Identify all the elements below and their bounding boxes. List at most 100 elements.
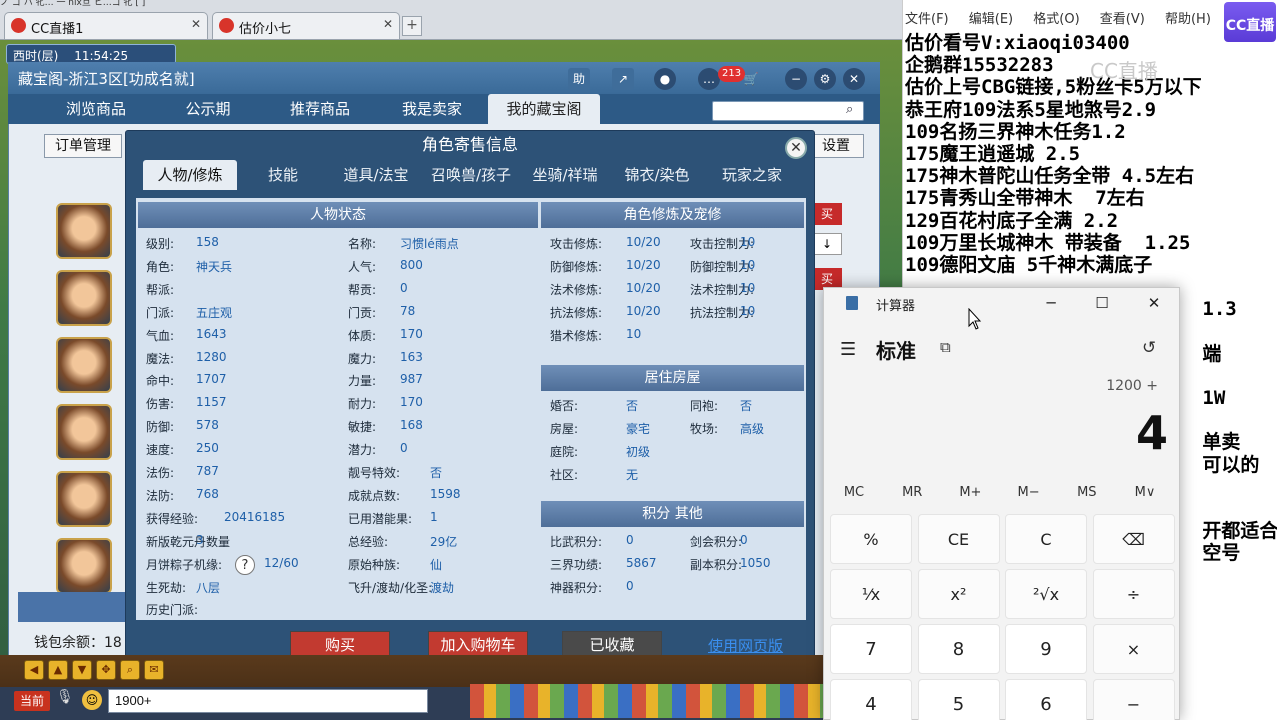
subtract-button[interactable]: − bbox=[1092, 679, 1175, 720]
buy-button[interactable]: 购买 bbox=[290, 631, 390, 657]
stat-label: 角色: bbox=[146, 259, 175, 274]
browser-tab-appraisal[interactable]: 估价小七 ✕ bbox=[212, 12, 400, 39]
stat-label: 成就点数: bbox=[348, 488, 401, 503]
browser-tab-cc[interactable]: CC直播1 ✕ bbox=[4, 12, 208, 39]
avatar[interactable] bbox=[56, 270, 112, 326]
emoji-icon[interactable]: ☺ bbox=[82, 690, 102, 710]
memory-1-button[interactable]: MR bbox=[892, 485, 932, 500]
memory-5-button[interactable]: M∨ bbox=[1125, 485, 1165, 500]
web-version-link[interactable]: 使用网页版 bbox=[708, 635, 783, 656]
menu-edit[interactable]: 编辑(E) bbox=[969, 12, 1013, 27]
percent-button[interactable]: % bbox=[830, 514, 912, 564]
search-icon[interactable]: ⌕ bbox=[120, 660, 140, 680]
notepad-line: 109德阳文庙 5千神木满底子 bbox=[905, 253, 1153, 276]
minimize-icon[interactable]: − bbox=[785, 68, 807, 90]
avatar[interactable] bbox=[56, 471, 112, 527]
stat-label: 生死劫: bbox=[146, 580, 187, 595]
avatar[interactable] bbox=[56, 404, 112, 460]
clear-entry-button[interactable]: CE bbox=[917, 514, 1000, 564]
avatar[interactable] bbox=[56, 203, 112, 259]
tab-character[interactable]: 人物/修炼 bbox=[143, 160, 237, 190]
tab-mounts[interactable]: 坐骑/祥瑞 bbox=[520, 160, 610, 190]
tab-items[interactable]: 道具/法宝 bbox=[330, 160, 422, 190]
field-label: 神器积分: bbox=[550, 580, 603, 595]
digit-7-button[interactable]: 7 bbox=[830, 624, 912, 674]
dialog-close-icon[interactable]: ✕ bbox=[785, 137, 807, 159]
left-arrow-icon[interactable]: ◀ bbox=[24, 660, 44, 680]
field-value: 0 bbox=[626, 533, 634, 547]
saved-button[interactable]: 已收藏 bbox=[562, 631, 662, 657]
menu-file[interactable]: 文件(F) bbox=[905, 12, 949, 27]
tab-costumes[interactable]: 锦衣/染色 bbox=[612, 160, 702, 190]
search-icon[interactable]: ⌕ bbox=[846, 102, 862, 118]
nav-my-cbg[interactable]: 我的藏宝阁 bbox=[488, 94, 600, 124]
digit-4-button[interactable]: 4 bbox=[830, 679, 912, 720]
nav-browse[interactable]: 浏览商品 bbox=[48, 94, 144, 124]
help-question-icon[interactable]: ? bbox=[235, 555, 255, 575]
menu-help[interactable]: 帮助(H) bbox=[1165, 12, 1211, 27]
digit-8-button[interactable]: 8 bbox=[917, 624, 1000, 674]
add-to-cart-button[interactable]: 加入购物车 bbox=[428, 631, 528, 657]
digit-6-button[interactable]: 6 bbox=[1005, 679, 1087, 720]
settings-button[interactable]: 设置 bbox=[808, 134, 864, 158]
memory-3-button[interactable]: M− bbox=[1009, 485, 1049, 500]
avatar[interactable] bbox=[56, 538, 112, 594]
digit-9-button[interactable]: 9 bbox=[1005, 624, 1087, 674]
close-icon[interactable]: ✕ bbox=[843, 68, 865, 90]
down-arrow-icon[interactable]: ↓ bbox=[812, 233, 842, 255]
move-icon[interactable]: ✥ bbox=[96, 660, 116, 680]
close-tab-icon[interactable]: ✕ bbox=[383, 17, 393, 31]
maximize-icon[interactable]: ☐ bbox=[1089, 292, 1115, 314]
nav-recommend[interactable]: 推荐商品 bbox=[272, 94, 368, 124]
field-label: 牧场: bbox=[690, 421, 719, 436]
share-icon[interactable]: ↗ bbox=[612, 68, 634, 90]
clear-button[interactable]: C bbox=[1005, 514, 1087, 564]
browser-tab-label: 估价小七 bbox=[239, 22, 292, 37]
chat-icon[interactable]: … bbox=[698, 68, 720, 90]
menu-view[interactable]: 查看(V) bbox=[1100, 12, 1145, 27]
cultivation-header: 角色修炼及宠修 bbox=[541, 202, 804, 228]
tab-pets[interactable]: 召唤兽/孩子 bbox=[424, 160, 518, 190]
divide-button[interactable]: ÷ bbox=[1092, 569, 1175, 619]
reciprocal-button[interactable]: ¹⁄x bbox=[830, 569, 912, 619]
hamburger-menu-icon[interactable]: ☰ bbox=[840, 339, 856, 360]
sqrt-button[interactable]: ²√x bbox=[1005, 569, 1087, 619]
chat-input[interactable]: 1900+ bbox=[108, 689, 428, 713]
buy-tab[interactable]: 买 bbox=[812, 203, 842, 225]
cart-icon[interactable]: 🛒 bbox=[740, 68, 762, 90]
stat-value: 170 bbox=[400, 395, 423, 410]
microphone-icon[interactable]: 🎙 bbox=[56, 689, 74, 713]
settings-icon[interactable]: ⚙ bbox=[814, 68, 836, 90]
tab-skills[interactable]: 技能 bbox=[240, 160, 326, 190]
backspace-button[interactable]: ⌫ bbox=[1092, 514, 1175, 564]
record-icon[interactable]: ● bbox=[654, 68, 676, 90]
new-tab-button[interactable]: + bbox=[402, 16, 422, 36]
stat-value: 0 bbox=[400, 280, 408, 295]
memory-4-button[interactable]: MS bbox=[1067, 485, 1107, 500]
memory-2-button[interactable]: M+ bbox=[950, 485, 990, 500]
nav-public[interactable]: 公示期 bbox=[160, 94, 256, 124]
stat-label: 体质: bbox=[348, 328, 377, 343]
notepad-line: 109万里长城神木 带装备 1.25 bbox=[905, 231, 1191, 254]
avatar[interactable] bbox=[56, 337, 112, 393]
nav-seller[interactable]: 我是卖家 bbox=[384, 94, 480, 124]
search-input[interactable] bbox=[712, 101, 864, 121]
close-icon[interactable]: ✕ bbox=[1141, 292, 1167, 314]
down-arrow-icon[interactable]: ▼ bbox=[72, 660, 92, 680]
mail-icon[interactable]: ✉ bbox=[144, 660, 164, 680]
multiply-button[interactable]: × bbox=[1092, 624, 1175, 674]
field-value: 10/20 bbox=[626, 303, 661, 318]
help-button[interactable]: 助 bbox=[568, 68, 590, 90]
menu-format[interactable]: 格式(O) bbox=[1033, 12, 1079, 27]
minimize-icon[interactable]: ─ bbox=[1038, 292, 1064, 314]
close-tab-icon[interactable]: ✕ bbox=[191, 17, 201, 31]
square-button[interactable]: x² bbox=[917, 569, 1000, 619]
tab-home[interactable]: 玩家之家 bbox=[704, 160, 800, 190]
memory-0-button[interactable]: MC bbox=[834, 485, 874, 500]
up-arrow-icon[interactable]: ▲ bbox=[48, 660, 68, 680]
digit-5-button[interactable]: 5 bbox=[917, 679, 1000, 720]
order-management-button[interactable]: 订单管理 bbox=[44, 134, 122, 158]
keep-on-top-icon[interactable]: ⧉ bbox=[940, 338, 951, 356]
chat-channel-button[interactable]: 当前 bbox=[14, 691, 50, 711]
history-icon[interactable]: ↺ bbox=[1142, 338, 1156, 358]
